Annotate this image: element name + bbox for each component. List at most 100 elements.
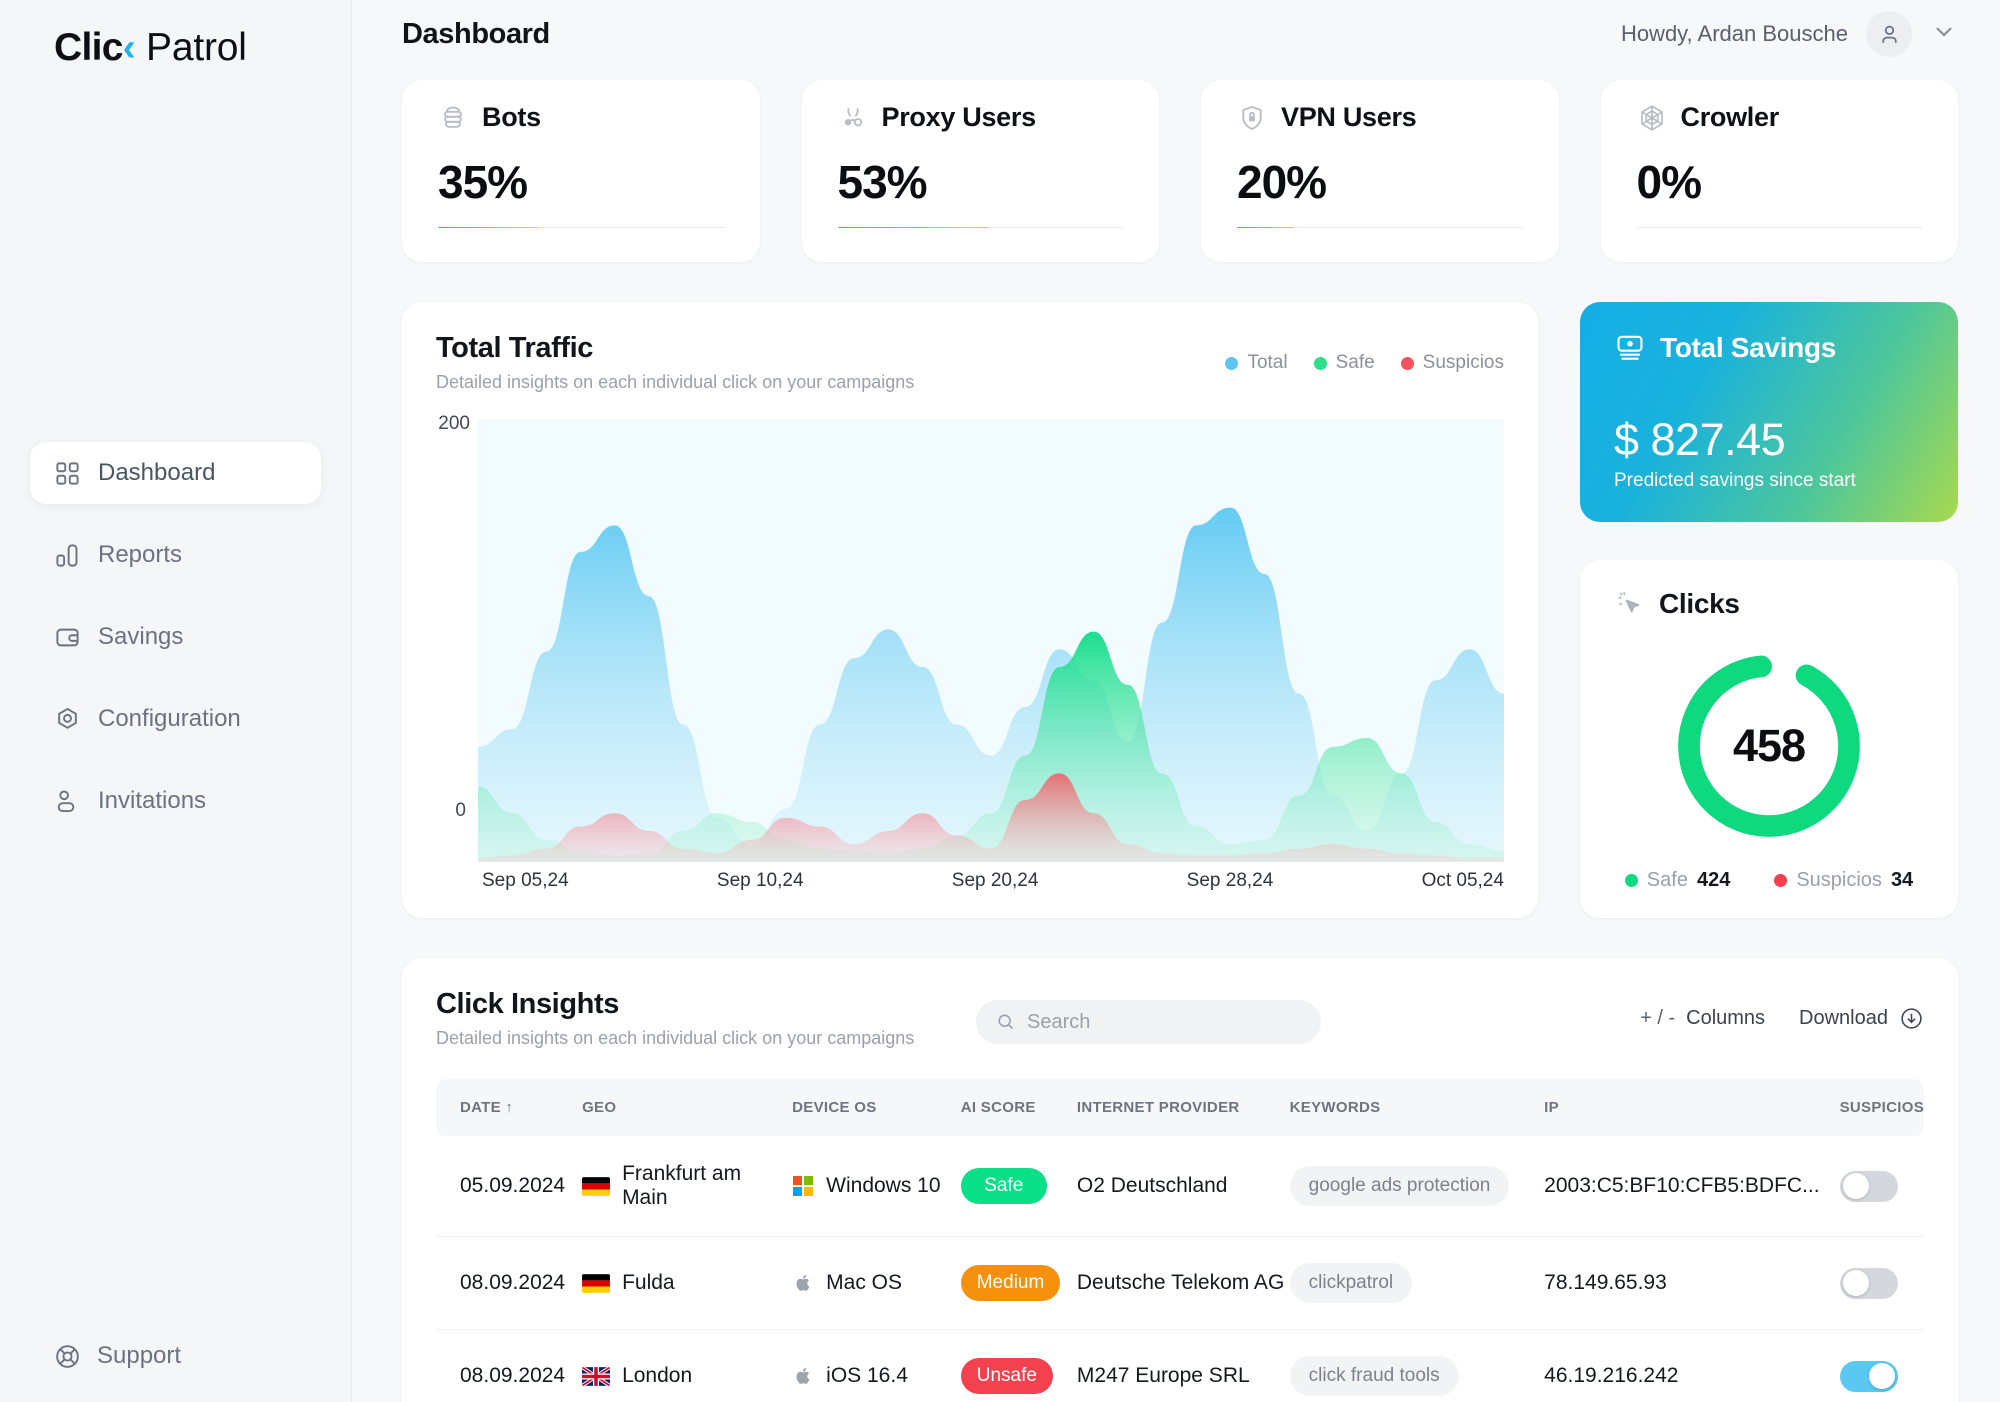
sidebar-nav: Dashboard Reports Savings Configuration <box>0 442 351 852</box>
cell-suspicios <box>1839 1136 1924 1237</box>
sidebar-item-invitations[interactable]: Invitations <box>30 770 321 832</box>
cell-suspicios <box>1839 1329 1924 1402</box>
stat-card-vpn-users: VPN Users 20% <box>1201 80 1559 262</box>
suspicios-toggle[interactable] <box>1839 1170 1898 1202</box>
savings-title: Total Savings <box>1660 332 1837 363</box>
table-body: 05.09.2024 Frankfurt am Main Windows 10 … <box>436 1136 1924 1402</box>
legend-dot <box>1400 356 1414 370</box>
cell-keywords: google ads protection <box>1289 1136 1545 1237</box>
clicks-title: Clicks <box>1659 588 1740 619</box>
flag-gb-icon <box>582 1366 611 1386</box>
flag-de-icon <box>582 1176 611 1196</box>
progress-track <box>1237 227 1523 228</box>
x-tick: Sep 20,24 <box>951 870 1039 891</box>
area-chart-svg <box>478 419 1504 862</box>
savings-amount: $ 827.45 <box>1614 414 1786 465</box>
col-device-os[interactable]: DEVICE OS <box>792 1079 961 1136</box>
col-ip[interactable]: IP <box>1544 1079 1839 1136</box>
cell-date: 08.09.2024 <box>436 1236 583 1330</box>
money-stack-icon <box>1617 335 1643 360</box>
clicks-legend: Safe 424 Suspicios 34 <box>1614 869 1924 892</box>
suspicios-toggle[interactable] <box>1839 1360 1898 1392</box>
user-icon <box>1881 25 1897 43</box>
page-title: Dashboard <box>402 17 550 50</box>
search-box[interactable] <box>976 1000 1322 1044</box>
os-label: Windows 10 <box>826 1174 941 1197</box>
table-row[interactable]: 08.09.2024 London iOS 16.4 Unsafe M247 E… <box>436 1329 1924 1402</box>
brand-logo[interactable]: Clic ‹ Patrol <box>0 0 351 70</box>
chart-area: 200 0 <box>436 413 1504 862</box>
cell-internet-provider: Deutsche Telekom AG <box>1076 1236 1290 1330</box>
x-tick: Oct 05,24 <box>1421 870 1504 891</box>
sidebar-item-savings[interactable]: Savings <box>30 606 321 668</box>
flag-de-icon <box>582 1273 611 1293</box>
cell-device-os: iOS 16.4 <box>792 1329 961 1402</box>
topbar: Dashboard Howdy, Ardan Bousche <box>352 0 2000 68</box>
legend-dot <box>1225 356 1239 370</box>
x-axis: Sep 05,24 Sep 10,24 Sep 20,24 Sep 28,24 … <box>436 862 1504 892</box>
col-date[interactable]: DATE ↑ <box>436 1079 582 1136</box>
apple-icon <box>796 1367 810 1384</box>
clicks-safe-label: Safe <box>1646 869 1688 891</box>
cell-ai-score: Unsafe <box>960 1329 1077 1402</box>
insights-subtitle: Detailed insights on each individual cli… <box>436 1028 915 1048</box>
windows-icon <box>793 1176 814 1196</box>
progress-track <box>438 227 724 228</box>
col-internet-provider[interactable]: INTERNET PROVIDER <box>1077 1079 1290 1136</box>
legend-item-total[interactable]: Total <box>1225 352 1288 374</box>
cell-keywords: clickpatrol <box>1289 1236 1545 1330</box>
sidebar-item-reports[interactable]: Reports <box>30 524 321 586</box>
chart-legend: Total Safe Suspicios <box>1225 332 1504 374</box>
legend-item-suspicios[interactable]: Suspicios <box>1400 352 1504 374</box>
crawler-icon <box>1640 104 1663 131</box>
sidebar-item-dashboard[interactable]: Dashboard <box>30 442 321 504</box>
avatar[interactable] <box>1866 11 1912 57</box>
donut-chart: 458 <box>1614 622 1924 869</box>
search-input[interactable] <box>1027 1010 1302 1034</box>
columns-button[interactable]: + / - Columns <box>1640 1007 1765 1030</box>
sidebar-item-configuration[interactable]: Configuration <box>30 688 321 750</box>
clicks-legend-suspicios: Suspicios 34 <box>1774 869 1913 892</box>
legend-label: Safe <box>1335 352 1375 373</box>
cell-internet-provider: O2 Deutschland <box>1076 1136 1290 1237</box>
chevron-down-icon[interactable] <box>1930 17 1958 51</box>
stat-value: 0% <box>1636 156 1702 208</box>
table-row[interactable]: 05.09.2024 Frankfurt am Main Windows 10 … <box>436 1136 1924 1237</box>
col-geo[interactable]: GEO <box>582 1079 792 1136</box>
geo-label: Fulda <box>622 1271 675 1294</box>
sidebar-item-label: Reports <box>98 541 183 568</box>
right-column: Total Savings $ 827.45 Predicted savings… <box>1580 302 1958 918</box>
col-suspicios[interactable]: SUSPICIOS <box>1840 1079 1924 1136</box>
progress-fill <box>837 227 989 228</box>
stat-value: 20% <box>1237 156 1327 208</box>
y-tick-max: 200 <box>438 413 470 434</box>
table-row[interactable]: 08.09.2024 Fulda Mac OS Medium Deutsche … <box>436 1236 1924 1330</box>
col-keywords[interactable]: KEYWORDS <box>1290 1079 1544 1136</box>
cell-suspicios <box>1839 1236 1924 1330</box>
cell-ai-score: Safe <box>960 1136 1077 1237</box>
cell-ip: 46.19.216.242 <box>1544 1329 1840 1402</box>
legend-label: Total <box>1247 352 1288 373</box>
topbar-right: Howdy, Ardan Bousche <box>1621 11 1958 57</box>
grid-icon <box>56 461 79 485</box>
sidebar: Clic ‹ Patrol Dashboard Reports Savings … <box>0 0 352 1402</box>
cell-ai-score: Medium <box>960 1236 1077 1330</box>
sidebar-item-label: Configuration <box>98 705 241 732</box>
table-head: DATE ↑ GEO DEVICE OS AI SCORE INTERNET P… <box>436 1079 1924 1136</box>
suspicios-toggle[interactable] <box>1839 1267 1898 1299</box>
col-ai-score[interactable]: AI SCORE <box>961 1079 1077 1136</box>
sidebar-item-label: Savings <box>98 623 184 650</box>
search-icon <box>998 1014 1014 1030</box>
cell-device-os: Windows 10 <box>792 1136 961 1237</box>
sidebar-item-support[interactable]: Support <box>54 1342 181 1370</box>
clicks-suspicios-label: Suspicios <box>1796 869 1882 891</box>
columns-prefix: + / - <box>1640 1007 1676 1029</box>
download-button[interactable]: Download <box>1799 1006 1924 1031</box>
stat-label: Crowler <box>1680 102 1780 132</box>
download-icon <box>1901 1008 1922 1029</box>
bot-icon <box>444 106 462 128</box>
legend-item-safe[interactable]: Safe <box>1313 352 1375 374</box>
clicks-suspicios-value: 34 <box>1890 869 1914 891</box>
legend-dot <box>1774 874 1788 887</box>
stat-label: Bots <box>482 102 541 132</box>
